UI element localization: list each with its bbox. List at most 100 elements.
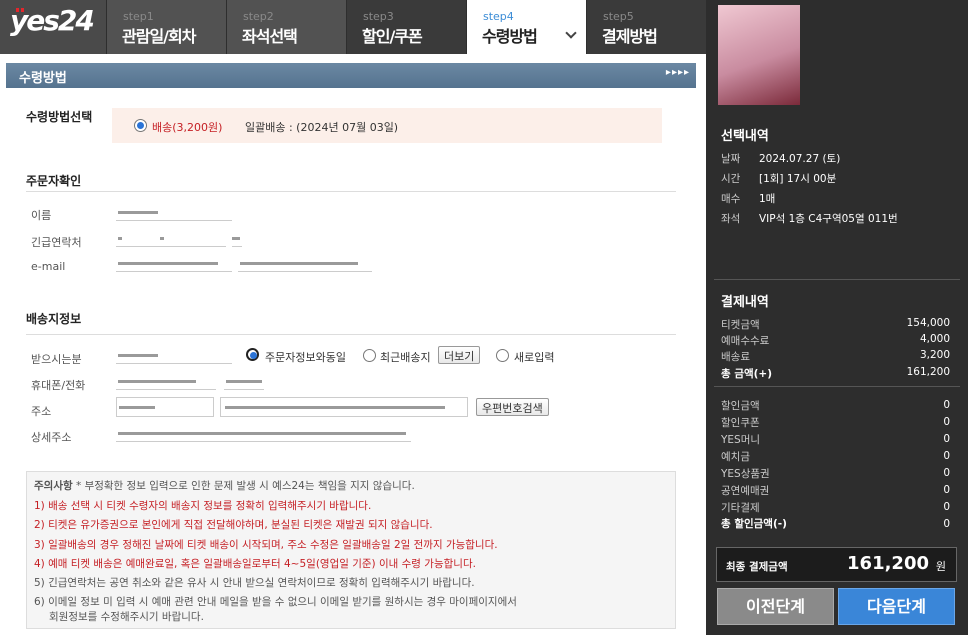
phone-field[interactable] bbox=[116, 370, 216, 390]
new-address-radio[interactable] bbox=[496, 349, 509, 362]
step-1-number: step1 bbox=[123, 10, 154, 23]
step-5-number: step5 bbox=[603, 10, 634, 23]
step-2-number: step2 bbox=[243, 10, 274, 23]
ticket-voucher-value: 0 bbox=[943, 484, 950, 496]
discount-label: 할인금액 bbox=[721, 400, 760, 412]
email-label: e-mail bbox=[31, 260, 66, 273]
deposit-label: 예치금 bbox=[721, 451, 750, 463]
step-4-number: step4 bbox=[483, 10, 514, 23]
notice-box: 주의사항 * 부정확한 정보 입력으로 인한 문제 발생 시 예스24는 책임을… bbox=[26, 471, 676, 629]
divider bbox=[714, 386, 960, 387]
step-2-tab[interactable]: step2 좌석선택 bbox=[226, 0, 346, 54]
yesmoney-label: YES머니 bbox=[721, 434, 761, 446]
notice-item: 2) 티켓은 유가증권으로 본인에게 직접 전달해야하며, 분실된 티켓은 재발… bbox=[34, 519, 433, 531]
other-payment-label: 기타결제 bbox=[721, 502, 760, 514]
notice-item: 4) 예매 티켓 배송은 예매완료일, 혹은 일괄배송일로부터 4~5일(영업일… bbox=[34, 558, 476, 570]
step-3-number: step3 bbox=[363, 10, 394, 23]
step-5-label: 결제방법 bbox=[602, 27, 658, 46]
ticket-voucher-label: 공연예매권 bbox=[721, 485, 770, 497]
emergency-phone-field-2 bbox=[232, 227, 242, 247]
yes-giftcard-value: 0 bbox=[943, 467, 950, 479]
seat-label: 좌석 bbox=[721, 213, 741, 225]
name-label: 이름 bbox=[31, 209, 52, 222]
coupon-label: 할인쿠폰 bbox=[721, 417, 760, 429]
more-button[interactable]: 더보기 bbox=[438, 346, 481, 364]
step-5-tab[interactable]: step5 결제방법 bbox=[586, 0, 706, 54]
divider bbox=[26, 334, 676, 335]
step-3-tab[interactable]: step3 할인/쿠폰 bbox=[346, 0, 466, 54]
date-label: 날짜 bbox=[721, 153, 741, 165]
final-amount-value: 161,200 bbox=[847, 553, 929, 574]
name-field bbox=[116, 201, 232, 221]
recent-address-label[interactable]: 최근배송지 bbox=[380, 349, 431, 365]
time-value: [1회] 17시 00분 bbox=[759, 173, 837, 185]
total-label: 총 금액(+) bbox=[721, 368, 773, 380]
delivery-radio[interactable] bbox=[134, 119, 147, 132]
ticket-price-value: 154,000 bbox=[906, 317, 950, 329]
shipping-fee-value: 3,200 bbox=[919, 349, 950, 361]
yes24-logo[interactable]: yes24 bbox=[0, 0, 106, 54]
notice-item: 회원정보를 수정해주시기 바랍니다. bbox=[49, 611, 204, 623]
phone-field-2[interactable] bbox=[224, 370, 264, 390]
date-value: 2024.07.27 (토) bbox=[759, 153, 841, 165]
delivery-form: 수령방법선택 배송(3,200원) 일괄배송 : (2024년 07월 03일)… bbox=[6, 88, 696, 635]
count-label: 매수 bbox=[721, 193, 741, 205]
seat-value: VIP석 1층 C4구역05열 011번 bbox=[759, 213, 898, 225]
step-navigation: yes24 step1 관람일/회차 step2 좌석선택 step3 할인/쿠… bbox=[0, 0, 706, 54]
section-title: 수령방법 bbox=[19, 71, 67, 86]
arrows-icon: ▸▸▸▸ bbox=[665, 67, 690, 78]
final-amount-box: 최종 결제금액 161,200 원 bbox=[716, 547, 957, 582]
chevron-down-icon bbox=[565, 27, 577, 39]
address-label: 주소 bbox=[31, 405, 52, 418]
section-header: 수령방법 ▸▸▸▸ bbox=[6, 63, 696, 88]
yes-giftcard-label: YES상품권 bbox=[721, 468, 770, 480]
deposit-value: 0 bbox=[943, 450, 950, 462]
bulk-delivery-date: 일괄배송 : (2024년 07월 03일) bbox=[245, 121, 399, 134]
delivery-option-label[interactable]: 배송(3,200원) bbox=[152, 119, 222, 135]
previous-step-button[interactable]: 이전단계 bbox=[717, 588, 834, 625]
notice-item: 5) 긴급연락처는 공연 취소와 같은 유사 시 안내 받으실 연락처이므로 정… bbox=[34, 577, 475, 589]
same-as-orderer-label[interactable]: 주문자정보와동일 bbox=[265, 349, 346, 365]
divider bbox=[714, 279, 960, 280]
step-4-tab[interactable]: step4 수령방법 bbox=[466, 0, 586, 54]
notice-title: 주의사항 bbox=[34, 480, 73, 492]
email-domain-field bbox=[238, 252, 372, 272]
zipcode-search-button[interactable]: 우편번호검색 bbox=[476, 398, 549, 416]
selection-heading: 선택내역 bbox=[721, 129, 769, 144]
receipt-option-box: 배송(3,200원) 일괄배송 : (2024년 07월 03일) bbox=[112, 108, 662, 143]
email-id-field bbox=[116, 252, 232, 272]
notice-item: 3) 일괄배송의 경우 정해진 날짜에 티켓 배송이 시작되며, 주소 수정은 … bbox=[34, 539, 498, 551]
step-3-label: 할인/쿠폰 bbox=[362, 27, 423, 46]
step-1-tab[interactable]: step1 관람일/회차 bbox=[106, 0, 226, 54]
other-payment-value: 0 bbox=[943, 501, 950, 513]
recipient-field[interactable] bbox=[116, 344, 232, 364]
step-2-label: 좌석선택 bbox=[242, 27, 298, 46]
same-as-orderer-radio[interactable] bbox=[246, 348, 259, 361]
next-step-button[interactable]: 다음단계 bbox=[838, 588, 955, 625]
notice-subtitle: * 부정확한 정보 입력으로 인한 문제 발생 시 예스24는 책임을 지지 않… bbox=[75, 480, 415, 492]
coupon-value: 0 bbox=[943, 416, 950, 428]
detail-address-field[interactable] bbox=[116, 422, 411, 442]
total-value: 161,200 bbox=[906, 366, 950, 378]
final-amount-unit: 원 bbox=[935, 560, 946, 573]
recent-address-radio[interactable] bbox=[363, 349, 376, 362]
orderer-heading: 주문자확인 bbox=[26, 174, 82, 188]
recipient-label: 받으시는분 bbox=[31, 353, 82, 366]
discount-value: 0 bbox=[943, 399, 950, 411]
emergency-phone-label: 긴급연락처 bbox=[31, 236, 82, 249]
yesmoney-value: 0 bbox=[943, 433, 950, 445]
zipcode-field[interactable] bbox=[116, 397, 214, 417]
final-amount-label: 최종 결제금액 bbox=[726, 561, 788, 573]
summary-panel: 선택내역 날짜 2024.07.27 (토) 시간 [1회] 17시 00분 매… bbox=[706, 0, 968, 635]
booking-page: yes24 step1 관람일/회차 step2 좌석선택 step3 할인/쿠… bbox=[0, 0, 968, 635]
address-field[interactable] bbox=[220, 397, 468, 417]
logo-dots-icon bbox=[16, 8, 28, 12]
phone-label: 휴대폰/전화 bbox=[31, 379, 86, 392]
time-label: 시간 bbox=[721, 173, 741, 185]
shipping-fee-label: 배송료 bbox=[721, 351, 750, 363]
receipt-method-heading: 수령방법선택 bbox=[26, 110, 93, 124]
performance-poster bbox=[718, 5, 800, 105]
new-address-label[interactable]: 새로입력 bbox=[514, 349, 554, 365]
divider bbox=[26, 191, 676, 192]
total-discount-value: 0 bbox=[943, 518, 950, 530]
